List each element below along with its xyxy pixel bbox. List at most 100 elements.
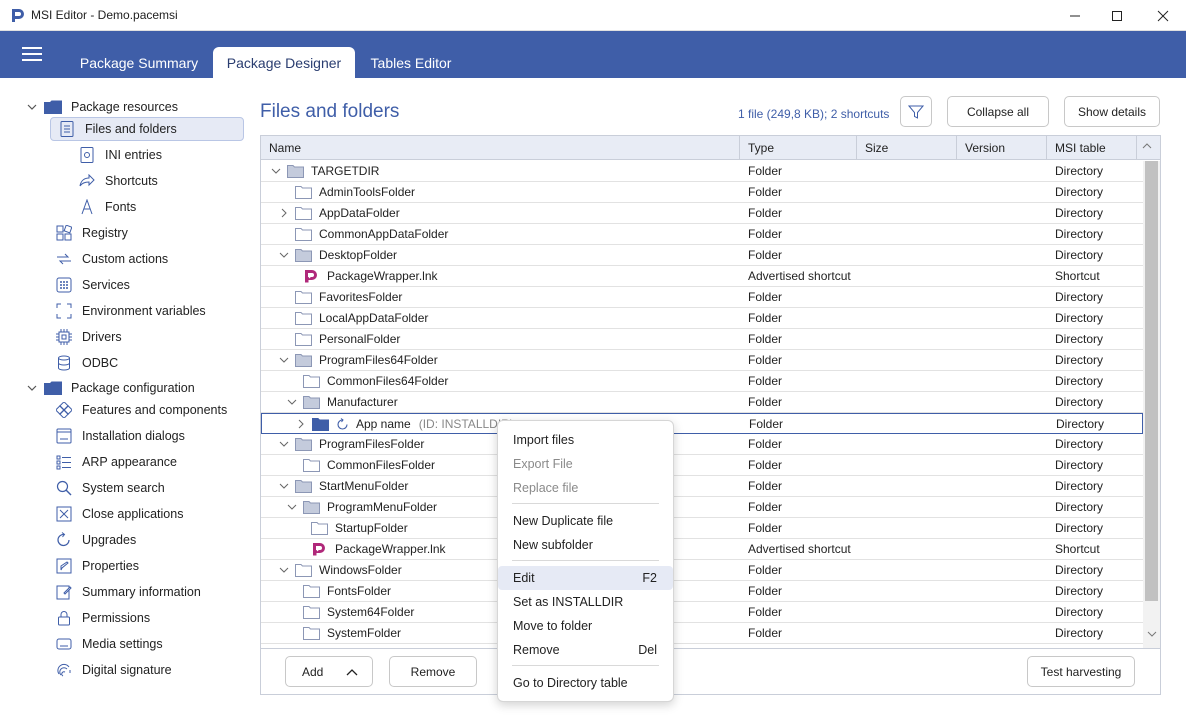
- table-row[interactable]: AdminToolsFolder Folder Directory: [261, 182, 1143, 203]
- sidebar-item-shortcuts[interactable]: Shortcuts: [78, 169, 158, 193]
- filter-button[interactable]: [900, 96, 932, 127]
- table-row[interactable]: CommonAppDataFolder Folder Directory: [261, 224, 1143, 245]
- table-row[interactable]: StartMenuFolder Folder Directory: [261, 476, 1143, 497]
- table-row[interactable]: FavoritesFolder Folder Directory: [261, 287, 1143, 308]
- sidebar-item-digital-signature[interactable]: Digital signature: [55, 658, 172, 682]
- tab-package-summary[interactable]: Package Summary: [72, 47, 206, 78]
- sidebar-item-odbc[interactable]: ODBC: [55, 351, 118, 375]
- test-harvesting-button[interactable]: Test harvesting: [1027, 656, 1135, 687]
- sidebar-item-ini-entries[interactable]: INI entries: [78, 143, 162, 167]
- table-row[interactable]: StartupFolder Folder Directory: [261, 518, 1143, 539]
- chevron-down-icon[interactable]: [27, 102, 37, 112]
- table-row[interactable]: CommonFiles64Folder Folder Directory: [261, 371, 1143, 392]
- column-header-name[interactable]: Name: [261, 136, 740, 160]
- table-row[interactable]: CommonFilesFolder Folder Directory: [261, 455, 1143, 476]
- type-cell: Folder: [748, 395, 783, 409]
- menu-item-export-file[interactable]: Export File: [498, 452, 673, 476]
- minimize-button[interactable]: [1052, 0, 1098, 31]
- table-row[interactable]: ProgramFiles64Folder Folder Directory: [261, 350, 1143, 371]
- maximize-button[interactable]: [1094, 0, 1140, 31]
- sidebar-item-close-applications[interactable]: Close applications: [55, 502, 183, 526]
- sidebar-item-registry[interactable]: Registry: [55, 221, 128, 245]
- folder-icon: [295, 248, 312, 262]
- show-details-button[interactable]: Show details: [1064, 96, 1160, 127]
- sidebar-item-services[interactable]: Services: [55, 273, 130, 297]
- table-row[interactable]: WindowsFolder Folder Directory: [261, 560, 1143, 581]
- name-cell: CommonFilesFolder: [285, 455, 435, 475]
- chevron-down-icon[interactable]: [1146, 628, 1158, 640]
- menu-item-replace-file[interactable]: Replace file: [498, 476, 673, 500]
- menu-icon[interactable]: [22, 47, 42, 61]
- tab-tables-editor[interactable]: Tables Editor: [362, 47, 460, 78]
- scroll-up-button[interactable]: [1137, 136, 1160, 160]
- sidebar-item-installation-dialogs[interactable]: Installation dialogs: [55, 424, 185, 448]
- table-row[interactable]: System64Folder Folder Directory: [261, 602, 1143, 623]
- sidebar: Package resources Files and folders INI …: [0, 78, 250, 721]
- sidebar-item-permissions[interactable]: Permissions: [55, 606, 150, 630]
- collapse-all-button[interactable]: Collapse all: [947, 96, 1049, 127]
- sidebar-item-summary-information[interactable]: Summary information: [55, 580, 201, 604]
- chevron-right-icon[interactable]: [294, 417, 308, 431]
- table-row[interactable]: LocalAppDataFolder Folder Directory: [261, 308, 1143, 329]
- chevron-down-icon[interactable]: [277, 437, 291, 451]
- chevron-down-icon[interactable]: [277, 563, 291, 577]
- menu-item-new-subfolder[interactable]: New subfolder: [498, 533, 673, 557]
- sidebar-item-upgrades[interactable]: Upgrades: [55, 528, 136, 552]
- sidebar-item-system-search[interactable]: System search: [55, 476, 165, 500]
- sidebar-item-custom-actions[interactable]: Custom actions: [55, 247, 168, 271]
- sidebar-item-files-and-folders[interactable]: Files and folders: [50, 117, 244, 141]
- chevron-down-icon[interactable]: [285, 395, 299, 409]
- installdir-refresh-icon: [336, 417, 349, 431]
- menu-item-go-to-directory-table[interactable]: Go to Directory table: [498, 671, 673, 695]
- column-header-size[interactable]: Size: [857, 136, 957, 160]
- sidebar-item-arp-appearance[interactable]: ARP appearance: [55, 450, 177, 474]
- add-button[interactable]: Add: [285, 656, 373, 687]
- table-row[interactable]: FontsFolder Folder Directory: [261, 581, 1143, 602]
- sidebar-item-drivers[interactable]: Drivers: [55, 325, 122, 349]
- item-name: FavoritesFolder: [319, 290, 403, 304]
- menu-item-import-files[interactable]: Import files: [498, 428, 673, 452]
- menu-item-remove[interactable]: Remove Del: [498, 638, 673, 662]
- menu-item-edit[interactable]: Edit F2: [498, 566, 673, 590]
- chevron-down-icon[interactable]: [285, 500, 299, 514]
- column-header-version[interactable]: Version: [957, 136, 1047, 160]
- type-cell: Folder: [748, 500, 783, 514]
- chevron-down-icon[interactable]: [27, 383, 37, 393]
- chevron-down-icon[interactable]: [269, 164, 283, 178]
- sidebar-item-media-settings[interactable]: Media settings: [55, 632, 163, 656]
- table-row[interactable]: TARGETDIR Folder Directory: [261, 161, 1143, 182]
- sidebar-group-package-configuration[interactable]: Package configuration: [44, 376, 195, 400]
- page-title: Files and folders: [260, 101, 400, 122]
- sidebar-group-package-resources[interactable]: Package resources: [44, 95, 178, 119]
- table-row[interactable]: App name (ID: INSTALLDIR) Folder Directory: [261, 413, 1143, 434]
- scrollbar-thumb[interactable]: [1145, 161, 1158, 601]
- table-row[interactable]: SystemFolder Folder Directory: [261, 623, 1143, 644]
- table-cell: Directory: [1055, 374, 1104, 388]
- chevron-down-icon[interactable]: [277, 353, 291, 367]
- vertical-scrollbar[interactable]: [1143, 161, 1160, 648]
- close-app-icon: [55, 505, 73, 523]
- table-row[interactable]: PackageWrapper.lnk Advertised shortcut Sho…: [261, 266, 1143, 287]
- table-row[interactable]: DesktopFolder Folder Directory: [261, 245, 1143, 266]
- sidebar-item-fonts[interactable]: Fonts: [78, 195, 136, 219]
- menu-item-move-to-folder[interactable]: Move to folder: [498, 614, 673, 638]
- sidebar-item-features-and-components[interactable]: Features and components: [55, 398, 227, 422]
- sidebar-item-properties[interactable]: Properties: [55, 554, 139, 578]
- column-header-type[interactable]: Type: [740, 136, 857, 160]
- chevron-down-icon[interactable]: [277, 479, 291, 493]
- table-row[interactable]: Manufacturer Folder Directory: [261, 392, 1143, 413]
- column-header-msi-table[interactable]: MSI table: [1047, 136, 1137, 160]
- remove-button[interactable]: Remove: [389, 656, 477, 687]
- table-row[interactable]: AppDataFolder Folder Directory: [261, 203, 1143, 224]
- table-row[interactable]: PackageWrapper.lnk Advertised shortcut Sho…: [261, 539, 1143, 560]
- menu-item-new-duplicate-file[interactable]: New Duplicate file: [498, 509, 673, 533]
- chevron-right-icon[interactable]: [277, 206, 291, 220]
- table-row[interactable]: ProgramFilesFolder Folder Directory: [261, 434, 1143, 455]
- table-row[interactable]: PersonalFolder Folder Directory: [261, 329, 1143, 350]
- table-row[interactable]: ProgramMenuFolder Folder Directory: [261, 497, 1143, 518]
- close-button[interactable]: [1140, 0, 1186, 31]
- tab-package-designer[interactable]: Package Designer: [213, 47, 355, 78]
- chevron-down-icon[interactable]: [277, 248, 291, 262]
- sidebar-item-environment-variables[interactable]: Environment variables: [55, 299, 206, 323]
- menu-item-set-as-installdir[interactable]: Set as INSTALLDIR: [498, 590, 673, 614]
